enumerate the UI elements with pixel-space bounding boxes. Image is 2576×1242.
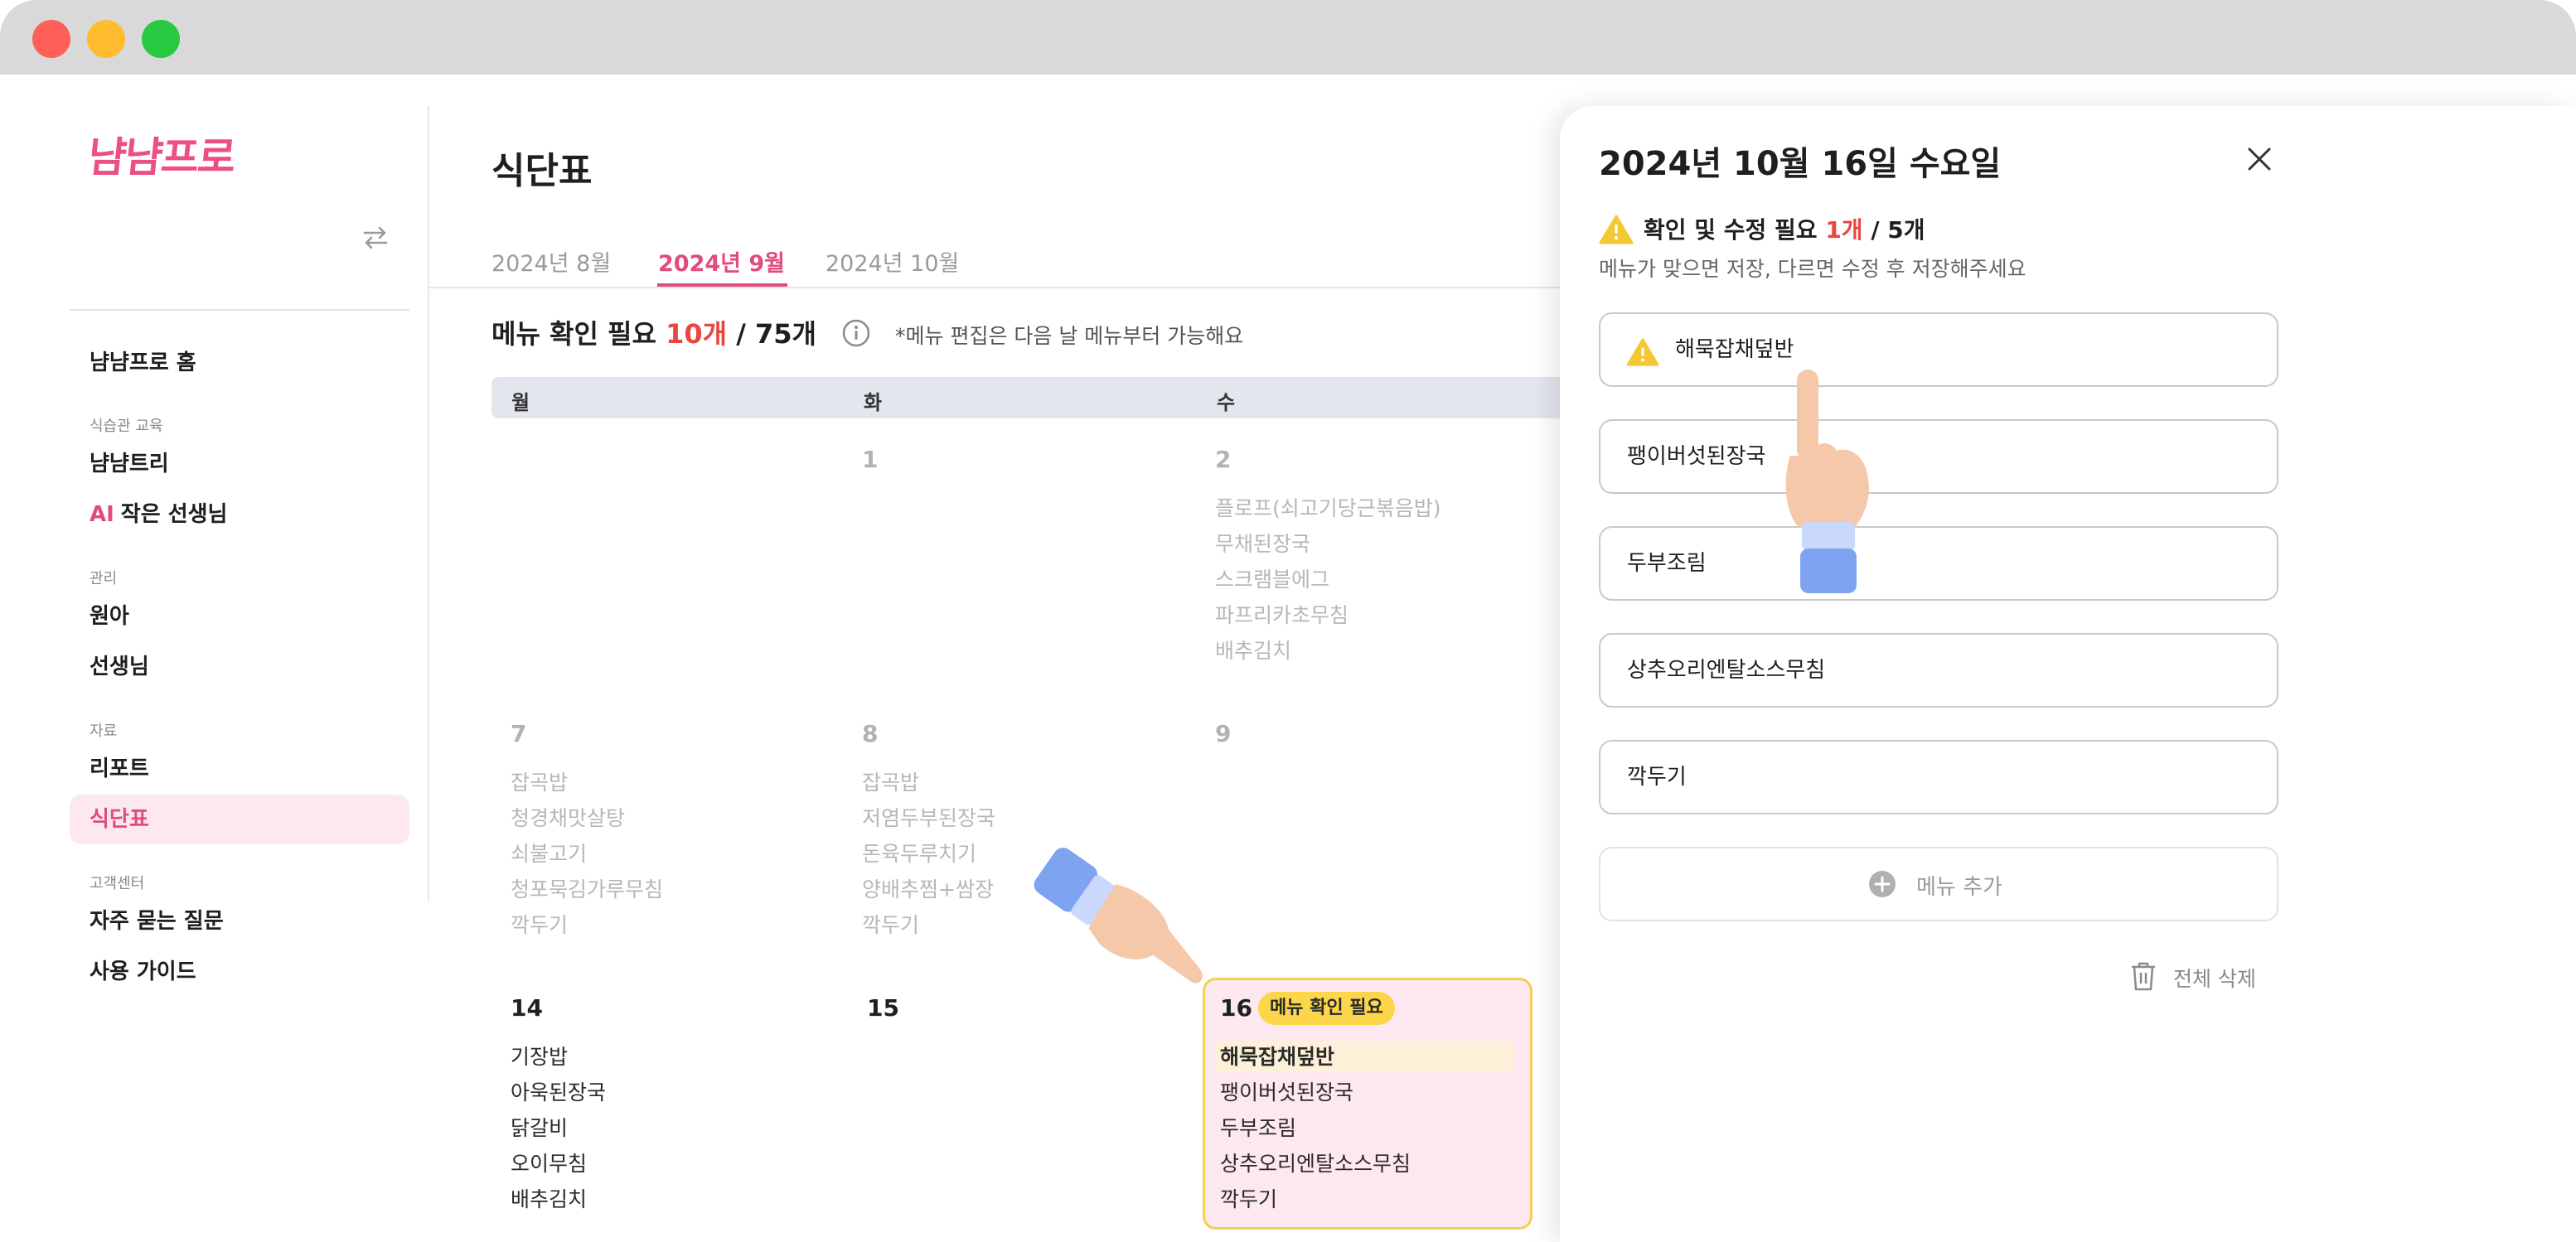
menu-item: 닭갈비	[511, 1116, 569, 1140]
warning-icon	[1626, 338, 1659, 366]
pointing-hand-icon	[1785, 370, 1869, 593]
menu-check-summary: 메뉴 확인 필요 10개 / 75개	[491, 313, 816, 351]
summary-count: 10개	[666, 318, 728, 350]
day-14-menu[interactable]: 기장밥 아욱된장국 닭갈비 오이무침 배추김치	[511, 1039, 606, 1217]
day-7-number[interactable]: 7	[511, 720, 526, 747]
window-titlebar	[0, 0, 2576, 75]
menu-input-2[interactable]: 팽이버섯된장국	[1599, 419, 2278, 494]
menu-item: 돈육두루치기	[862, 842, 977, 866]
sidebar-item-teachers[interactable]: 선생님	[70, 642, 409, 692]
tab-2024-09[interactable]: 2024년 9월	[658, 245, 785, 278]
sidebar-item-guide[interactable]: 사용 가이드	[70, 947, 409, 997]
menu-item: 기장밥	[511, 1045, 569, 1069]
sidebar-group-management: 관리	[90, 570, 118, 587]
edit-note: *메뉴 편집은 다음 날 메뉴부터 가능해요	[895, 324, 1244, 348]
sidebar-item-meal-plan[interactable]: 식단표	[70, 795, 409, 844]
sidebar-item-faq[interactable]: 자주 묻는 질문	[70, 896, 409, 946]
menu-item: 쇠불고기	[511, 842, 588, 866]
page-title: 식단표	[491, 150, 593, 192]
day-2-menu[interactable]: 플로프(쇠고기당근볶음밥) 무채된장국 스크램블에그 파프리카초무침 배추김치	[1215, 491, 1441, 669]
sidebar-divider	[70, 309, 409, 311]
window-maximize-button[interactable]	[142, 20, 180, 58]
menu-item: 스크램블에그	[1215, 568, 1330, 592]
close-icon[interactable]	[2243, 143, 2276, 176]
summary-label: 메뉴 확인 필요	[491, 318, 656, 350]
correction-count: 1개	[1825, 216, 1863, 244]
trash-icon[interactable]	[2128, 959, 2158, 993]
panel-instruction: 메뉴가 맞으면 저장, 다르면 수정 후 저장해주세요	[1599, 257, 2026, 281]
correction-needed-summary: 확인 및 수정 필요 1개 / 5개	[1644, 212, 1925, 245]
add-menu-label: 메뉴 추가	[1916, 875, 2002, 900]
menu-input-5[interactable]: 깍두기	[1599, 740, 2278, 814]
menu-item: 깍두기	[511, 913, 569, 937]
menu-item: 잡곡밥	[511, 771, 569, 795]
sidebar-item-tree[interactable]: 냠냠트리	[70, 439, 409, 489]
sidebar-item-ai-teacher[interactable]: AI 작은 선생님	[70, 490, 409, 539]
menu-item: 플로프(쇠고기당근볶음밥)	[1215, 496, 1441, 520]
menu-item: 상추오리엔탈소스무침	[1220, 1152, 1411, 1176]
menu-item: 깍두기	[1220, 1187, 1278, 1211]
sidebar-group-support: 고객센터	[90, 875, 145, 892]
day-1-number[interactable]: 1	[862, 446, 878, 473]
day-2-number[interactable]: 2	[1215, 446, 1231, 473]
sidebar-item-home[interactable]: 냠냠프로 홈	[70, 338, 409, 388]
sidebar-border	[428, 106, 429, 901]
sidebar-toggle-icon[interactable]	[361, 224, 390, 252]
day-15-number[interactable]: 15	[867, 994, 899, 1022]
sidebar-item-children[interactable]: 원아	[70, 592, 409, 641]
menu-item: 청포묵김가루무침	[511, 877, 664, 901]
panel-date-title: 2024년 10월 16일 수요일	[1599, 145, 2002, 183]
day-9-number[interactable]: 9	[1215, 720, 1231, 747]
menu-item-flagged: 해묵잡채덮반	[1220, 1045, 1335, 1069]
correction-label: 확인 및 수정 필요	[1644, 216, 1818, 244]
sidebar-group-education: 식습관 교육	[90, 418, 163, 435]
ai-badge: AI	[90, 502, 114, 527]
delete-all-button[interactable]: 전체 삭제	[2173, 963, 2256, 993]
sidebar-item-label: 작은 선생님	[120, 502, 228, 527]
menu-item: 깍두기	[862, 913, 920, 937]
menu-item: 양배추찜+쌈장	[862, 877, 994, 901]
day-16-menu[interactable]: 해묵잡채덮반 팽이버섯된장국 두부조림 상추오리엔탈소스무침 깍두기	[1220, 1039, 1411, 1217]
menu-item: 잡곡밥	[862, 771, 920, 795]
weekday-wed: 수	[1217, 391, 1236, 414]
menu-item: 아욱된장국	[511, 1080, 607, 1104]
day-7-menu[interactable]: 잡곡밥 청경채맛살탕 쇠불고기 청포묵김가루무침 깍두기	[511, 765, 663, 943]
menu-item: 청경채맛살탕	[511, 806, 626, 830]
menu-item: 저염두부된장국	[862, 806, 996, 830]
window-close-button[interactable]	[32, 20, 70, 58]
menu-input-3[interactable]: 두부조림	[1599, 526, 2278, 601]
menu-item: 오이무침	[511, 1152, 588, 1176]
tab-2024-08[interactable]: 2024년 8월	[491, 245, 611, 278]
menu-input-1[interactable]: 해묵잡채덮반	[1599, 312, 2278, 387]
menu-item: 배추김치	[511, 1187, 588, 1211]
tabs-baseline	[429, 287, 1573, 288]
app-logo[interactable]: 냠냠프로	[85, 124, 238, 184]
menu-item: 팽이버섯된장국	[1220, 1080, 1354, 1104]
warning-icon	[1599, 215, 1634, 244]
menu-check-badge: 메뉴 확인 필요	[1258, 992, 1395, 1025]
correction-total: / 5개	[1862, 216, 1925, 244]
weekday-mon: 월	[511, 391, 530, 414]
active-tab-indicator	[657, 283, 787, 287]
menu-item: 무채된장국	[1215, 532, 1311, 556]
sidebar-item-report[interactable]: 리포트	[70, 744, 409, 794]
sidebar-group-resources: 자료	[90, 722, 118, 740]
summary-total: / 75개	[727, 318, 816, 350]
info-icon[interactable]	[841, 318, 871, 348]
plus-circle-icon	[1869, 871, 1896, 897]
weekday-header	[491, 377, 1586, 418]
menu-item: 배추김치	[1215, 639, 1292, 663]
day-14-number[interactable]: 14	[511, 994, 543, 1022]
weekday-tue: 화	[864, 391, 883, 414]
menu-input-4[interactable]: 상추오리엔탈소스무침	[1599, 633, 2278, 708]
tab-2024-10[interactable]: 2024년 10월	[826, 245, 959, 278]
pointing-hand-icon	[1034, 848, 1203, 983]
menu-item: 두부조림	[1220, 1116, 1297, 1140]
day-8-number[interactable]: 8	[862, 720, 878, 747]
day-8-menu[interactable]: 잡곡밥 저염두부된장국 돈육두루치기 양배추찜+쌈장 깍두기	[862, 765, 995, 943]
window-minimize-button[interactable]	[87, 20, 125, 58]
menu-item: 파프리카초무침	[1215, 603, 1349, 627]
